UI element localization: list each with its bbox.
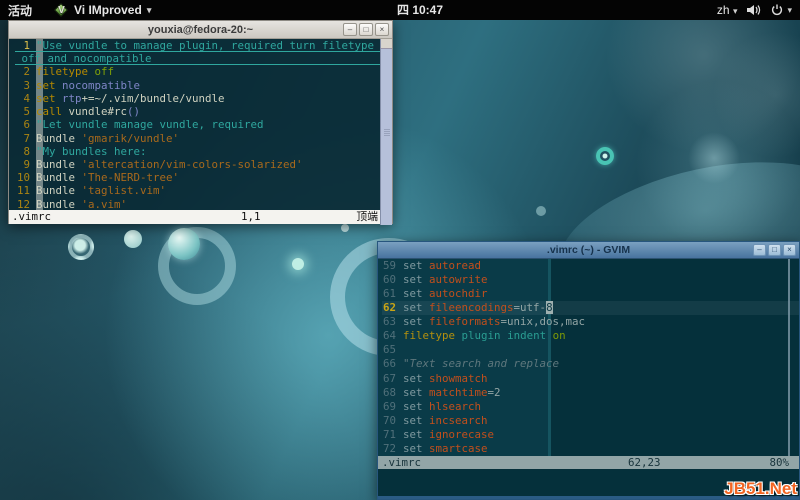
code-line: 4set rtp+=~/.vim/bundle/vundle <box>15 92 382 105</box>
terminal-scrollbar[interactable] <box>380 39 392 225</box>
code-line: 64filetype plugin indent on <box>382 329 799 343</box>
code-line: 60set autowrite <box>382 273 799 287</box>
chevron-down-icon: ▾ <box>147 5 152 16</box>
code-line: 2filetype off <box>15 65 382 78</box>
maximize-button[interactable]: □ <box>359 23 373 36</box>
gvim-window: .vimrc (~) - GVIM – □ × 59set autoread60… <box>377 241 800 500</box>
chevron-down-icon: ▾ <box>733 6 738 16</box>
code-line: 10Bundle 'The-NERD-tree' <box>15 171 382 184</box>
code-line: 12Bundle 'a.vim' <box>15 198 382 211</box>
power-icon <box>771 4 783 16</box>
statusline-position: 62,23 <box>628 456 661 469</box>
wallpaper-glow <box>688 132 740 184</box>
minimize-button[interactable]: – <box>343 23 357 36</box>
code-line: 69set hlsearch <box>382 400 799 414</box>
code-line: 72set smartcase <box>382 442 799 456</box>
code-line: 7Bundle 'gmarik/vundle' <box>15 132 382 145</box>
watermark: JB51.Net <box>724 479 797 499</box>
statusline-scroll: 顶端 <box>356 210 378 224</box>
wallpaper-bubble <box>124 230 142 248</box>
volume-icon[interactable] <box>747 4 761 16</box>
terminal-title: youxia@fedora-20:~ <box>9 24 392 36</box>
code-line: 11Bundle 'taglist.vim' <box>15 184 382 197</box>
maximize-button[interactable]: □ <box>768 244 781 256</box>
code-line: 71set ignorecase <box>382 428 799 442</box>
code-line: 1"Use vundle to manage plugin, required … <box>15 39 382 52</box>
code-line: 61set autochdir <box>382 287 799 301</box>
vim-buffer: 1"Use vundle to manage plugin, required … <box>9 39 382 211</box>
scrollbar-thumb[interactable] <box>384 129 390 136</box>
app-menu[interactable]: V Vi IMproved ▾ <box>54 3 151 18</box>
gvim-content[interactable]: 59set autoread60set autowrite61set autoc… <box>378 259 799 456</box>
code-line: 3set nocompatible <box>15 79 382 92</box>
code-line: 70set incsearch <box>382 414 799 428</box>
code-line: 8"My bundles here: <box>15 145 382 158</box>
code-line: 63set fileformats=unix,dos,mac <box>382 315 799 329</box>
system-tray: zh ▾ ▾ <box>717 0 792 20</box>
close-button[interactable]: × <box>375 23 389 36</box>
terminal-content[interactable]: 1"Use vundle to manage plugin, required … <box>9 39 392 224</box>
code-line: 68set matchtime=2 <box>382 386 799 400</box>
code-line: 67set showmatch <box>382 372 799 386</box>
top-panel: 活动 V Vi IMproved ▾ 四 10:47 zh ▾ ▾ <box>0 0 800 20</box>
statusline-scroll: 80% <box>769 456 789 469</box>
code-line: 6"Let vundle manage vundle, required <box>15 118 382 131</box>
code-line: off and nocompatible <box>15 52 382 65</box>
vim-statusline: .vimrc 1,1 顶端 <box>9 210 382 224</box>
code-line: 66"Text search and replace <box>382 357 799 371</box>
keyboard-layout-indicator[interactable]: zh ▾ <box>717 3 738 17</box>
wallpaper-bubble <box>68 234 94 260</box>
clock[interactable]: 四 10:47 <box>397 0 443 20</box>
wallpaper-dot <box>292 258 304 270</box>
app-menu-label: Vi IMproved <box>74 3 142 17</box>
terminal-window: youxia@fedora-20:~ – □ × 1"Use vundle to… <box>8 20 393 224</box>
statusline-filename: .vimrc <box>382 456 421 469</box>
wallpaper-bubble <box>168 228 200 260</box>
wallpaper-dot <box>341 224 349 232</box>
close-button[interactable]: × <box>783 244 796 256</box>
statusline-filename: .vimrc <box>12 210 51 224</box>
gvim-scrollbar[interactable] <box>788 259 790 456</box>
code-line: 9Bundle 'altercation/vim-colors-solarize… <box>15 158 382 171</box>
code-line: 5call vundle#rc() <box>15 105 382 118</box>
vim-buffer: 59set autoread60set autowrite61set autoc… <box>378 259 799 456</box>
code-line: 59set autoread <box>382 259 799 273</box>
minimize-button[interactable]: – <box>753 244 766 256</box>
vim-statusline: .vimrc 62,23 80% <box>378 456 799 469</box>
gvim-titlebar[interactable]: .vimrc (~) - GVIM – □ × <box>378 242 799 259</box>
gvim-title: .vimrc (~) - GVIM <box>378 244 799 256</box>
vim-icon: V <box>54 3 69 18</box>
statusline-position: 1,1 <box>241 210 261 224</box>
code-line: 62set fileencodings=utf-8 <box>382 301 799 315</box>
wallpaper-ring <box>596 147 614 165</box>
terminal-titlebar[interactable]: youxia@fedora-20:~ – □ × <box>9 21 392 39</box>
desktop: 活动 V Vi IMproved ▾ 四 10:47 zh ▾ ▾ <box>0 0 800 500</box>
code-line: 65 <box>382 343 799 357</box>
chevron-down-icon: ▾ <box>787 5 792 16</box>
wallpaper-dot <box>536 206 546 216</box>
activities-button[interactable]: 活动 <box>8 2 32 19</box>
scrollbar-up-button[interactable] <box>381 39 392 49</box>
power-menu[interactable]: ▾ <box>771 4 792 16</box>
